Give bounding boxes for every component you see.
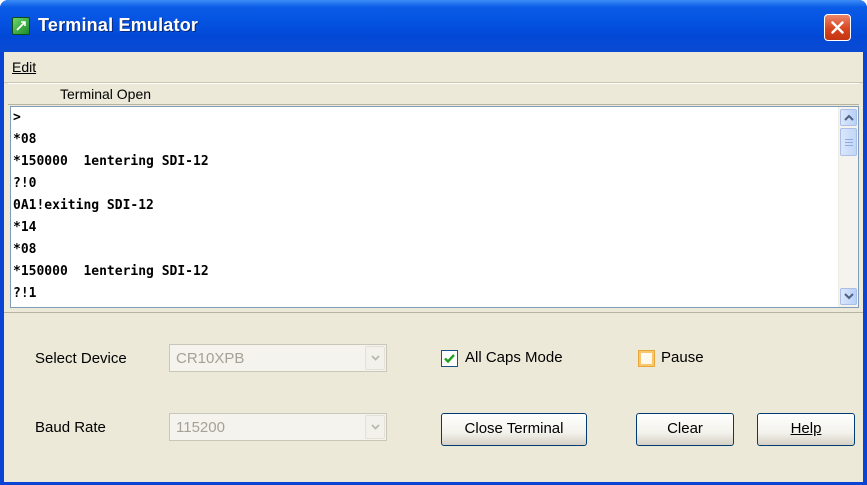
terminal-line: 0A1!exiting SDI-12 <box>13 198 154 213</box>
select-device-label: Select Device <box>35 350 127 367</box>
select-device-dropdown-button[interactable] <box>365 346 385 370</box>
close-terminal-button[interactable]: Close Terminal <box>441 413 587 446</box>
pause-checkbox[interactable] <box>638 350 655 367</box>
terminal-emulator-window: Terminal Emulator Edit Terminal Open > *… <box>0 0 867 485</box>
baud-rate-dropdown[interactable]: 115200 <box>169 413 387 441</box>
scroll-up-button[interactable] <box>840 109 857 126</box>
terminal-line: > <box>13 110 21 125</box>
terminal-line: *150000 1entering SDI-12 <box>13 264 209 279</box>
client-area: Edit Terminal Open > *08 *150000 1enteri… <box>4 52 863 482</box>
close-icon <box>831 21 844 34</box>
all-caps-label[interactable]: All Caps Mode <box>465 349 563 366</box>
chevron-down-icon <box>371 355 380 361</box>
baud-rate-label: Baud Rate <box>35 419 106 436</box>
checkmark-icon <box>444 354 455 364</box>
controls-panel: Select Device CR10XPB Baud Rate 115200 A… <box>4 312 863 482</box>
title-bar[interactable]: Terminal Emulator <box>0 0 867 52</box>
app-icon <box>12 17 30 35</box>
terminal-line: *08 <box>13 242 37 257</box>
all-caps-checkbox[interactable] <box>441 350 458 367</box>
terminal-output[interactable]: > *08 *150000 1entering SDI-12 ?!0 0A1!e… <box>10 106 859 308</box>
status-bar: Terminal Open <box>8 83 859 105</box>
menu-edit-label: Edit <box>12 59 37 75</box>
terminal-line: ?!0 <box>13 176 37 191</box>
baud-rate-dropdown-button[interactable] <box>365 415 385 439</box>
terminal-line: ?!1 <box>13 286 37 301</box>
menu-bar: Edit <box>4 52 863 83</box>
menu-edit[interactable]: Edit <box>12 59 36 75</box>
chevron-up-icon <box>844 114 854 121</box>
scroll-grip <box>845 139 853 140</box>
select-device-value: CR10XPB <box>176 350 245 367</box>
select-device-dropdown[interactable]: CR10XPB <box>169 344 387 372</box>
terminal-line: *08 <box>13 132 37 147</box>
chevron-down-icon <box>371 424 380 430</box>
baud-rate-value: 115200 <box>176 419 225 436</box>
clear-button[interactable]: Clear <box>636 413 734 446</box>
status-text: Terminal Open <box>60 86 152 102</box>
help-button[interactable]: Help <box>757 413 855 446</box>
close-window-button[interactable] <box>824 14 851 41</box>
scroll-thumb[interactable] <box>840 128 857 156</box>
scroll-grip <box>845 145 853 146</box>
chevron-down-icon <box>844 293 854 300</box>
help-button-label: Help <box>790 420 822 437</box>
scroll-grip <box>845 142 853 143</box>
vertical-scrollbar[interactable] <box>838 107 858 307</box>
scroll-down-button[interactable] <box>840 288 857 305</box>
terminal-line: *150000 1entering SDI-12 <box>13 154 209 169</box>
window-title: Terminal Emulator <box>38 15 199 35</box>
terminal-line: *14 <box>13 220 37 235</box>
pause-label[interactable]: Pause <box>661 349 704 366</box>
